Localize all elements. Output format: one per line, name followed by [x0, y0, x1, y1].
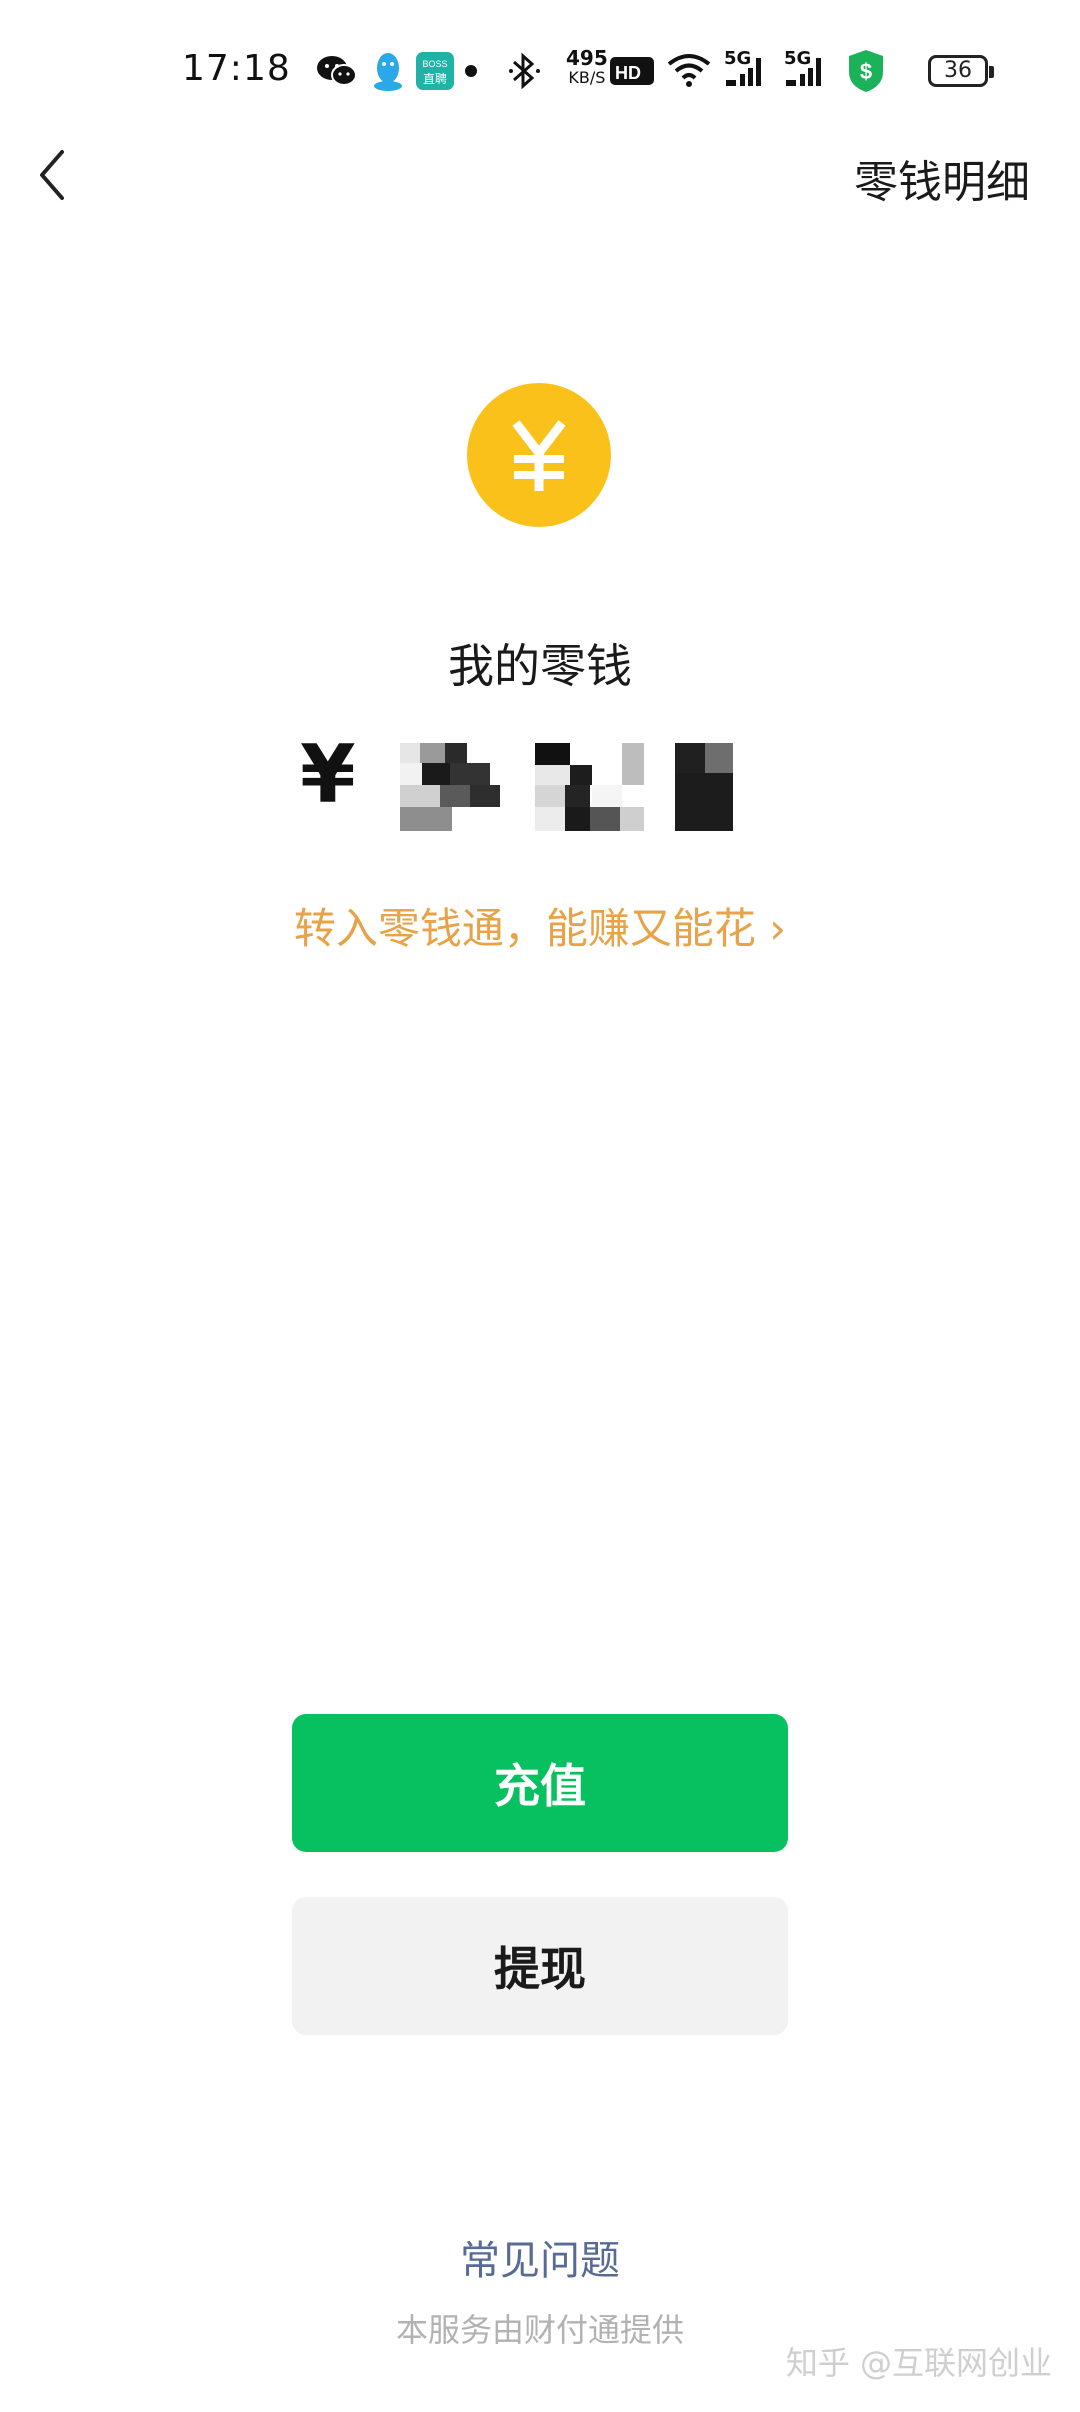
wifi-icon — [667, 54, 711, 87]
balance-details-link[interactable]: 零钱明细 — [854, 146, 1030, 210]
signal-icon — [726, 58, 761, 86]
balance-amount: ¥ — [300, 735, 780, 835]
chevron-left-icon — [40, 150, 64, 200]
battery-icon: 36 — [928, 55, 994, 87]
withdraw-button[interactable]: 提现 — [292, 1897, 788, 2035]
shield-dollar-icon: $ — [849, 50, 883, 92]
svg-text:BOSS: BOSS — [422, 59, 447, 69]
change-fund-promo-link[interactable]: 转入零钱通，能赚又能花 › — [0, 895, 1080, 956]
currency-symbol: ¥ — [300, 728, 356, 821]
dot-icon — [465, 65, 477, 77]
svg-text:直聘: 直聘 — [423, 72, 447, 86]
status-bar: 17:18 BOSS 直聘 495 KB/S HD 5G 5G $ 36 — [0, 0, 1080, 140]
wallet-balance-screen: 17:18 BOSS 直聘 495 KB/S HD 5G 5G $ 36 零钱明… — [0, 0, 1080, 2412]
wechat-icon — [317, 56, 357, 86]
network-speed: 495 KB/S — [566, 46, 608, 87]
status-time: 17:18 — [182, 48, 291, 89]
coin-icon — [467, 383, 611, 527]
back-button[interactable] — [30, 140, 90, 210]
signal-icon — [786, 58, 821, 86]
recharge-button[interactable]: 充值 — [292, 1714, 788, 1852]
qq-icon — [374, 53, 402, 91]
redacted-amount-mosaic — [380, 735, 780, 835]
hd-voice-icon: HD — [610, 57, 654, 85]
bluetooth-icon — [509, 52, 540, 90]
balance-label: 我的零钱 — [448, 639, 632, 693]
boss-app-icon: BOSS 直聘 — [416, 52, 454, 90]
faq-link[interactable]: 常见问题 — [0, 2228, 1080, 2286]
source-watermark: 知乎 @互联网创业 — [785, 2344, 1052, 2382]
yen-symbol-icon — [512, 420, 566, 491]
svg-text:HD: HD — [615, 63, 641, 83]
svg-text:$: $ — [860, 59, 872, 84]
